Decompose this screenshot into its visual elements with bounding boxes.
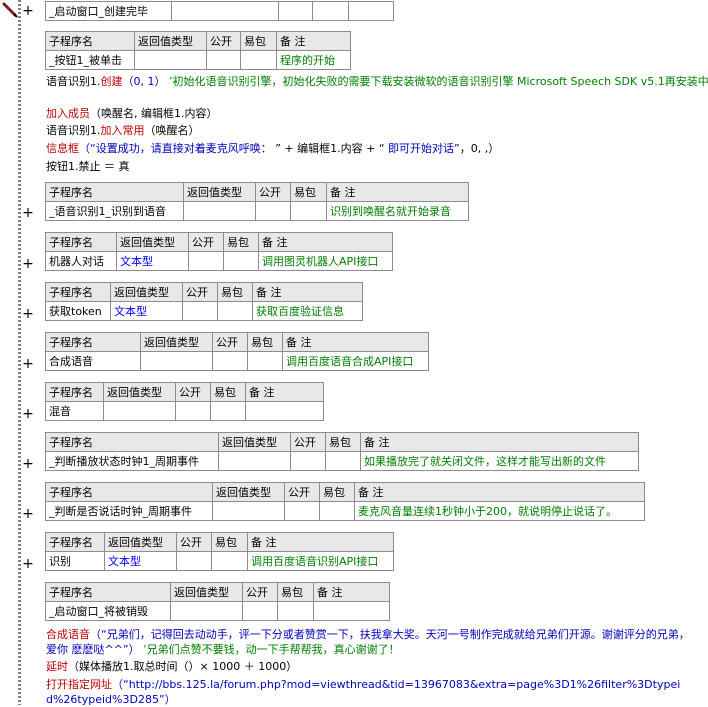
sub-table: 子程序名 返回值类型 公开 易包 备 注 机器人对话 文本型 调用图灵机器人AP… (45, 232, 393, 271)
expand-icon[interactable]: + (22, 557, 34, 571)
sub-name[interactable]: 合成语音 (45, 351, 141, 371)
sub-table: 子程序名 返回值类型 公开 易包 备 注 识别 文本型 调用百度语音识别API接… (45, 532, 394, 571)
sub-name[interactable]: _语音识别1_识别到语音 (45, 201, 184, 221)
expand-icon[interactable]: + (22, 507, 34, 521)
sub-name[interactable]: 机器人对话 (45, 251, 117, 271)
sub-name[interactable]: _启动窗口_创建完毕 (45, 1, 172, 21)
code-line[interactable]: 语音识别1.加入常用（唤醒名） (46, 123, 200, 138)
code-line[interactable]: 语音识别1.创建（0, 1） ’初始化语音识别引擎，初始化失败的需要下载安装微软… (46, 74, 708, 89)
code-gutter (18, 0, 21, 705)
code-line[interactable]: 延时（媒体播放1.取总时间（）× 1000 ＋ 1000） (46, 659, 297, 674)
expand-icon[interactable]: + (22, 407, 34, 421)
sub-name[interactable]: 获取token (45, 301, 111, 321)
code-line[interactable]: 信息框（“设置成功，请直接对着麦克风呼唤： ” + 编辑框1.内容 + “ 即可… (46, 141, 499, 156)
sub-name[interactable]: _判断是否说话时钟_周期事件 (45, 501, 213, 521)
expand-icon[interactable]: + (22, 457, 34, 471)
sub-table-top: _启动窗口_创建完毕 (45, 1, 394, 21)
expand-icon[interactable]: + (22, 357, 34, 371)
sub-table: 子程序名 返回值类型 公开 易包 备 注 _启动窗口_将被销毁 (45, 582, 390, 621)
sub-table: 子程序名 返回值类型 公开 易包 备 注 _判断是否说话时钟_周期事件 麦克风音… (45, 482, 645, 521)
expand-icon[interactable]: + (22, 4, 34, 18)
code-line[interactable]: 打开指定网址（“http://bbs.125.la/forum.php?mod=… (46, 677, 696, 707)
sub-table: 子程序名 返回值类型 公开 易包 备 注 混音 (45, 382, 324, 421)
pen-icon (2, 2, 18, 18)
sub-name[interactable]: _启动窗口_将被销毁 (45, 601, 171, 621)
code-line[interactable]: 合成语音（“兄弟们，记得回去动动手，评一下分或者赞赏一下，扶我拿大奖。天河一号制… (46, 627, 696, 657)
code-line[interactable]: 按钮1.禁止 ＝ 真 (46, 159, 130, 174)
expand-icon[interactable]: + (22, 307, 34, 321)
code-line[interactable]: 加入成员（唤醒名, 编辑框1.内容） (46, 106, 218, 121)
sub-table: 子程序名 返回值类型 公开 易包 备 注 合成语音 调用百度语音合成API接口 (45, 332, 429, 371)
sub-table: 子程序名 返回值类型 公开 易包 备 注 _按钮1_被单击 程序的开始 (45, 31, 351, 70)
expand-icon[interactable]: + (22, 257, 34, 271)
sub-name[interactable]: _判断播放状态时钟1_周期事件 (45, 451, 219, 471)
sub-table: 子程序名 返回值类型 公开 易包 备 注 获取token 文本型 获取百度验证信… (45, 282, 363, 321)
sub-name[interactable]: 识别 (45, 551, 105, 571)
sub-name[interactable]: 混音 (45, 401, 104, 421)
sub-table: 子程序名 返回值类型 公开 易包 备 注 _判断播放状态时钟1_周期事件 如果播… (45, 432, 639, 471)
sub-table: 子程序名 返回值类型 公开 易包 备 注 _语音识别1_识别到语音 识别到唤醒名… (45, 182, 469, 221)
expand-icon[interactable]: + (22, 206, 34, 220)
sub-name[interactable]: _按钮1_被单击 (45, 50, 135, 70)
